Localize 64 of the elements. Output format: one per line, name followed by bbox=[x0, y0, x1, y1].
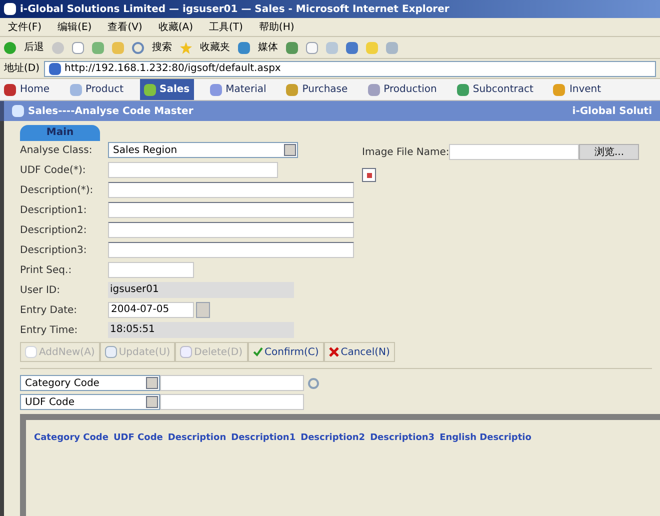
field-label: Entry Time: bbox=[20, 324, 79, 338]
media-button[interactable]: 媒体 bbox=[258, 40, 278, 55]
window-title: i-Global Solutions Limited — igsuser01 — Sales - Microsoft Internet Explorer bbox=[20, 2, 450, 16]
search-field-select[interactable]: UDF Code bbox=[20, 394, 160, 410]
back-button[interactable]: 后退 bbox=[24, 40, 44, 55]
input-field[interactable] bbox=[108, 222, 354, 238]
input-field[interactable] bbox=[108, 202, 354, 218]
action-button[interactable]: Cancel(N) bbox=[324, 342, 395, 362]
column-header[interactable]: Category Code bbox=[34, 432, 108, 446]
date-field[interactable]: 2004-07-05 bbox=[108, 302, 194, 318]
menu-item[interactable]: 帮助(H) bbox=[258, 20, 294, 34]
module-tab[interactable]: Subcontract bbox=[452, 79, 538, 100]
field-label: Description2: bbox=[20, 224, 88, 238]
column-header[interactable]: UDF Code bbox=[113, 432, 163, 446]
field-label: Description(*): bbox=[20, 184, 94, 198]
x-icon bbox=[328, 347, 339, 357]
field-label: Image File Name: bbox=[362, 146, 450, 160]
field-label: Print Seq.: bbox=[20, 264, 73, 278]
column-header[interactable]: English Descriptio bbox=[440, 432, 532, 446]
module-tab[interactable]: Material bbox=[206, 79, 270, 100]
search-input[interactable] bbox=[160, 375, 304, 391]
search-input[interactable] bbox=[160, 394, 304, 410]
action-button[interactable]: Confirm(C) bbox=[248, 342, 324, 362]
input-field[interactable] bbox=[108, 262, 194, 278]
search-button[interactable]: 搜索 bbox=[152, 40, 172, 55]
calendar-button[interactable] bbox=[196, 302, 210, 318]
input-field[interactable] bbox=[108, 242, 354, 258]
address-field[interactable]: http://192.168.1.232:80/igsoft/default.aspx bbox=[44, 60, 656, 76]
field-label: Description1: bbox=[20, 204, 88, 218]
search-field-select[interactable]: Category Code bbox=[20, 375, 160, 391]
module-tab[interactable]: Purchase bbox=[282, 79, 352, 100]
field-label: Entry Date: bbox=[20, 304, 78, 318]
image-file-field[interactable] bbox=[449, 144, 580, 160]
field-label: UDF Code(*): bbox=[20, 164, 87, 178]
module-tab[interactable]: Invent bbox=[549, 79, 606, 100]
field-label: Analyse Class: bbox=[20, 144, 94, 158]
menu-item[interactable]: 编辑(E) bbox=[58, 20, 92, 34]
field-label: User ID: bbox=[20, 284, 61, 298]
module-tab[interactable]: Sales bbox=[140, 79, 194, 100]
image-placeholder-icon bbox=[362, 168, 376, 182]
address-label: 地址(D) bbox=[4, 62, 40, 76]
input-field[interactable] bbox=[108, 182, 354, 198]
menu-item[interactable]: 文件(F) bbox=[8, 20, 42, 34]
page-header: Sales----Analyse Code Master i-Global Soluti bbox=[0, 101, 660, 121]
menu-item[interactable]: 工具(T) bbox=[209, 20, 243, 34]
readonly-field: igsuser01 bbox=[108, 282, 294, 298]
menu-item[interactable]: 收藏(A) bbox=[158, 20, 193, 34]
checkmark-icon bbox=[252, 347, 263, 357]
readonly-field: 18:05:51 bbox=[108, 322, 294, 338]
module-tab[interactable]: Home bbox=[0, 79, 54, 100]
input-field[interactable] bbox=[108, 162, 278, 178]
column-header[interactable]: Description2 bbox=[300, 432, 366, 446]
column-header[interactable]: Description1 bbox=[231, 432, 296, 446]
form-tab[interactable]: Main bbox=[20, 125, 100, 141]
favorites-button[interactable]: 收藏夹 bbox=[200, 40, 230, 55]
star-icon bbox=[180, 42, 192, 54]
menu-item[interactable]: 查看(V) bbox=[108, 20, 142, 34]
module-tab[interactable]: Production bbox=[364, 79, 441, 100]
field-label: Description3: bbox=[20, 244, 88, 258]
column-header[interactable]: Description3 bbox=[370, 432, 435, 446]
analyse-class-select[interactable]: Sales Region bbox=[108, 142, 298, 158]
module-tab[interactable]: Product bbox=[66, 79, 128, 100]
browse-button[interactable]: 浏览... bbox=[579, 144, 640, 160]
column-header[interactable]: Description bbox=[168, 432, 226, 446]
